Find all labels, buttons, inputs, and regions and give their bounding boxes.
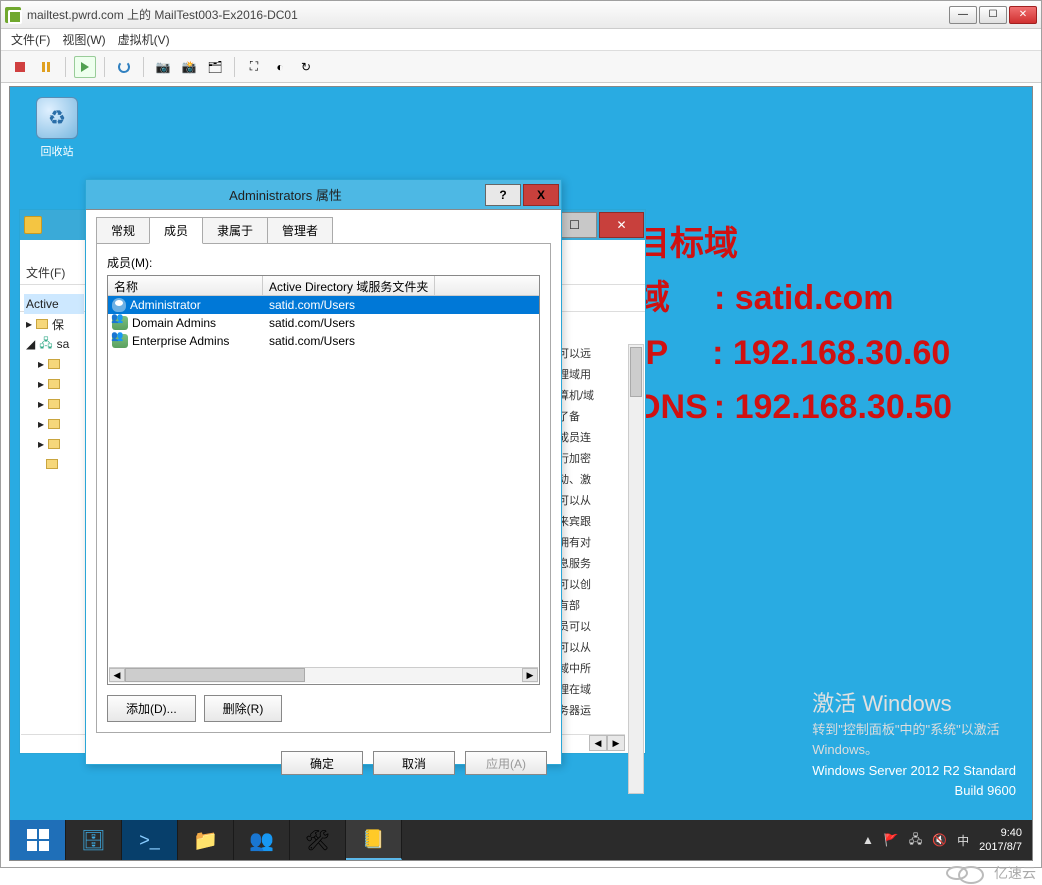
vmware-toolbar: 📷 📸 🗂 ⛶ ◐ ↻ (1, 51, 1041, 83)
members-listbox[interactable]: 名称 Active Directory 域服务文件夹 Administrator… (107, 275, 540, 685)
properties-dialog: Administrators 属性 ? X 常规 成员 隶属于 管理者 成员(M… (85, 179, 562, 765)
taskbar-server-manager[interactable]: 🗄 (66, 820, 122, 860)
watermark-brand: 亿速云 (946, 863, 1036, 883)
hscroll-left[interactable]: ◀ (589, 735, 607, 751)
tree-node-active[interactable]: Active (24, 294, 84, 314)
reload-button[interactable] (113, 56, 135, 78)
start-button[interactable] (10, 820, 66, 860)
cancel-button[interactable]: 取消 (373, 751, 455, 775)
tab-members[interactable]: 成员 (149, 217, 203, 244)
overlay-annotation: 目标域 域: satid.com IP: 192.168.30.60 DNS: … (636, 217, 952, 435)
overlay-heading: 目标域 (636, 217, 952, 271)
col-name[interactable]: 名称 (108, 276, 263, 295)
scroll-left-icon[interactable]: ◀ (109, 668, 125, 682)
member-row[interactable]: Enterprise Admins satid.com/Users (108, 332, 539, 350)
member-row[interactable]: Domain Admins satid.com/Users (108, 314, 539, 332)
dialog-close-button[interactable]: X (523, 184, 559, 206)
play-button[interactable] (74, 56, 96, 78)
taskbar-app[interactable]: 🛠 (290, 820, 346, 860)
group-icon (112, 334, 128, 348)
dialog-titlebar[interactable]: Administrators 属性 ? X (86, 180, 561, 210)
apply-button[interactable]: 应用(A) (465, 751, 547, 775)
vmware-icon (5, 7, 21, 23)
member-row[interactable]: Administrator satid.com/Users (108, 296, 539, 314)
ok-button[interactable]: 确定 (281, 751, 363, 775)
members-label: 成员(M): (107, 254, 540, 271)
list-header: 名称 Active Directory 域服务文件夹 (108, 276, 539, 296)
taskbar-aduc[interactable]: 👥 (234, 820, 290, 860)
taskbar-clock[interactable]: 9:40 2017/8/7 (979, 826, 1022, 855)
fullscreen-button[interactable]: ⛶ (243, 56, 265, 78)
maximize-button[interactable]: ☐ (979, 6, 1007, 24)
taskbar-explorer[interactable]: 📁 (178, 820, 234, 860)
recycle-bin-icon (36, 97, 78, 139)
tray-ime-icon[interactable]: 中 (957, 832, 969, 849)
recycle-bin[interactable]: 回收站 (32, 97, 82, 159)
cycle-button[interactable]: ↻ (295, 56, 317, 78)
dialog-body: 成员(M): 名称 Active Directory 域服务文件夹 Admini… (96, 243, 551, 733)
remove-button[interactable]: 删除(R) (204, 695, 283, 722)
tree-node[interactable]: ◢🖧sa (24, 334, 84, 354)
revert-button[interactable]: 🗂 (204, 56, 226, 78)
tray-flag-icon[interactable]: 🚩 (884, 833, 899, 847)
pause-button[interactable] (35, 56, 57, 78)
brand-icon (946, 866, 968, 880)
dialog-tabs: 常规 成员 隶属于 管理者 (86, 210, 561, 243)
tree-node[interactable] (24, 454, 84, 474)
dialog-help-button[interactable]: ? (485, 184, 521, 206)
list-hscrollbar[interactable]: ◀ ▶ (109, 667, 538, 683)
tree-node[interactable]: ▸ (24, 414, 84, 434)
add-button[interactable]: 添加(D)... (107, 695, 196, 722)
window-title: mailtest.pwrd.com 上的 MailTest003-Ex2016-… (27, 6, 298, 23)
menu-vm[interactable]: 虚拟机(V) (118, 31, 170, 48)
scrollbar-thumb[interactable] (125, 668, 305, 682)
snapshot-manage-button[interactable]: 📸 (178, 56, 200, 78)
stop-button[interactable] (9, 56, 31, 78)
scrollbar-thumb[interactable] (630, 347, 642, 397)
activation-watermark: 激活 Windows 转到"控制面板"中的"系统"以激活 Windows。 Wi… (812, 687, 1016, 800)
dialog-title: Administrators 属性 (86, 185, 485, 204)
tree-node[interactable]: ▸保 (24, 314, 84, 334)
ad-close-button[interactable]: ✕ (599, 212, 644, 238)
ad-tree[interactable]: Active ▸保 ◢🖧sa ▸ ▸ ▸ ▸ ▸ (24, 294, 84, 474)
recycle-bin-label: 回收站 (32, 143, 82, 159)
tray-sound-icon[interactable]: 🔇 (932, 833, 947, 847)
tree-node[interactable]: ▸ (24, 354, 84, 374)
tab-general[interactable]: 常规 (96, 217, 150, 244)
system-tray: ▲ 🚩 🖧 🔇 中 9:40 2017/8/7 (852, 820, 1032, 860)
unity-button[interactable]: ◐ (269, 56, 291, 78)
minimize-button[interactable]: — (949, 6, 977, 24)
taskbar[interactable]: 🗄 >_ 📁 👥 🛠 📒 ▲ 🚩 🖧 🔇 中 9:40 2017/8/7 (10, 820, 1032, 860)
tab-managedby[interactable]: 管理者 (267, 217, 333, 244)
ad-vscrollbar[interactable] (628, 344, 644, 794)
taskbar-powershell[interactable]: >_ (122, 820, 178, 860)
tree-node[interactable]: ▸ (24, 374, 84, 394)
menu-view[interactable]: 视图(W) (62, 31, 105, 48)
menu-file[interactable]: 文件(F) (11, 31, 50, 48)
dialog-footer: 确定 取消 应用(A) (86, 743, 561, 787)
group-icon (112, 316, 128, 330)
col-folder[interactable]: Active Directory 域服务文件夹 (263, 276, 435, 295)
tree-node[interactable]: ▸ (24, 434, 84, 454)
tray-network-icon[interactable]: 🖧 (909, 830, 922, 851)
close-button[interactable]: ✕ (1009, 6, 1037, 24)
taskbar-active-window[interactable]: 📒 (346, 820, 402, 860)
tray-chevron-icon[interactable]: ▲ (862, 833, 874, 847)
person-icon (112, 298, 126, 312)
hscroll-right[interactable]: ▶ (607, 735, 625, 751)
scroll-right-icon[interactable]: ▶ (522, 668, 538, 682)
tree-node[interactable]: ▸ (24, 394, 84, 414)
vmware-titlebar[interactable]: mailtest.pwrd.com 上的 MailTest003-Ex2016-… (1, 1, 1041, 29)
ad-app-icon (24, 216, 42, 234)
vmware-menubar: 文件(F) 视图(W) 虚拟机(V) (1, 29, 1041, 51)
guest-desktop[interactable]: 回收站 目标域 域: satid.com IP: 192.168.30.60 D… (9, 86, 1033, 861)
vmware-window: mailtest.pwrd.com 上的 MailTest003-Ex2016-… (0, 0, 1042, 868)
snapshot-button[interactable]: 📷 (152, 56, 174, 78)
tab-memberof[interactable]: 隶属于 (202, 217, 268, 244)
